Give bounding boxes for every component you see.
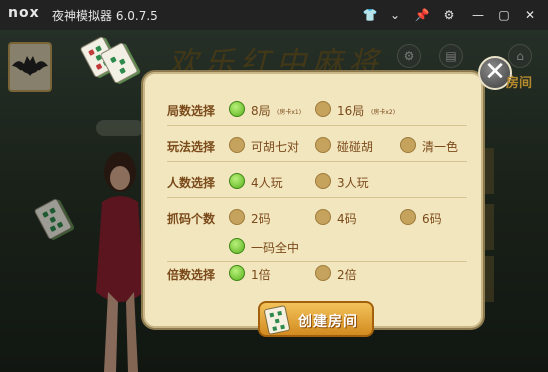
radio-unchecked-icon[interactable] bbox=[400, 209, 416, 225]
radio-checked-icon[interactable] bbox=[229, 173, 245, 189]
create-room-dialog: 局数选择 8局 (房卡x1) 16局 (房卡x2) 玩法选择 可胡七对 碰碰胡 清一色人数选择 4… bbox=[143, 72, 483, 328]
row-divider bbox=[167, 161, 467, 162]
option-label: 6码 bbox=[422, 212, 442, 226]
option-label: 一码全中 bbox=[251, 241, 300, 255]
option-label: 2倍 bbox=[337, 268, 357, 282]
option-row-label: 玩法选择 bbox=[167, 140, 216, 154]
option-row-label: 抓码个数 bbox=[167, 212, 216, 226]
emulator-titlebar: nox 夜神模拟器 6.0.7.5 👕 ⌄ 📌 ⚙ — ▢ ✕ bbox=[0, 0, 548, 30]
option-row-label: 局数选择 bbox=[167, 104, 216, 118]
radio-unchecked-icon[interactable] bbox=[315, 209, 331, 225]
option-label: 4码 bbox=[337, 212, 357, 226]
room-label: 房间 bbox=[506, 76, 533, 91]
nox-logo: nox bbox=[8, 5, 40, 21]
option-label: 8局 bbox=[251, 104, 271, 118]
option-label: 2码 bbox=[251, 212, 271, 226]
option-note: (房卡x2) bbox=[371, 109, 396, 116]
chevron-down-icon[interactable]: ⌄ bbox=[387, 7, 403, 23]
gear-icon[interactable]: ⚙ bbox=[441, 7, 457, 23]
option-row: 局数选择 8局 (房卡x1) 16局 (房卡x2) bbox=[167, 98, 467, 126]
radio-unchecked-icon[interactable] bbox=[315, 173, 331, 189]
option-label: 4人玩 bbox=[251, 176, 283, 190]
option-row: 人数选择 4人玩 3人玩 bbox=[167, 170, 467, 198]
create-room-label: 创建房间 bbox=[298, 314, 358, 330]
radio-unchecked-icon[interactable] bbox=[315, 137, 331, 153]
create-room-button[interactable]: 创建房间 bbox=[258, 301, 374, 337]
radio-unchecked-icon[interactable] bbox=[229, 209, 245, 225]
minimize-icon[interactable]: — bbox=[470, 7, 486, 23]
option-row-label: 人数选择 bbox=[167, 176, 216, 190]
pin-icon[interactable]: 📌 bbox=[414, 7, 430, 23]
option-label: 16局 bbox=[337, 104, 365, 118]
radio-unchecked-icon[interactable] bbox=[229, 137, 245, 153]
restore-icon[interactable]: ▢ bbox=[496, 7, 512, 23]
option-label: 清一色 bbox=[422, 140, 459, 154]
radio-unchecked-icon[interactable] bbox=[400, 137, 416, 153]
option-row: 倍数选择 1倍 2倍 bbox=[167, 262, 467, 286]
row-divider bbox=[167, 125, 467, 126]
radio-checked-icon[interactable] bbox=[229, 101, 245, 117]
radio-checked-icon[interactable] bbox=[229, 238, 245, 254]
option-row: 抓码个数 2码 4码 6码一码全中 bbox=[167, 206, 467, 262]
window-title: 夜神模拟器 6.0.7.5 bbox=[52, 9, 158, 23]
radio-unchecked-icon[interactable] bbox=[315, 101, 331, 117]
option-label: 1倍 bbox=[251, 268, 271, 282]
mahjong-tile-icon bbox=[263, 304, 291, 336]
radio-checked-icon[interactable] bbox=[229, 265, 245, 281]
option-label: 可胡七对 bbox=[251, 140, 300, 154]
option-note: (房卡x1) bbox=[277, 109, 302, 116]
option-row: 玩法选择 可胡七对 碰碰胡 清一色 bbox=[167, 134, 467, 162]
option-label: 3人玩 bbox=[337, 176, 369, 190]
close-window-icon[interactable]: ✕ bbox=[522, 7, 538, 23]
option-label: 碰碰胡 bbox=[337, 140, 374, 154]
option-row-label: 倍数选择 bbox=[167, 268, 216, 282]
shirt-icon[interactable]: 👕 bbox=[362, 7, 378, 23]
radio-unchecked-icon[interactable] bbox=[315, 265, 331, 281]
row-divider bbox=[167, 197, 467, 198]
